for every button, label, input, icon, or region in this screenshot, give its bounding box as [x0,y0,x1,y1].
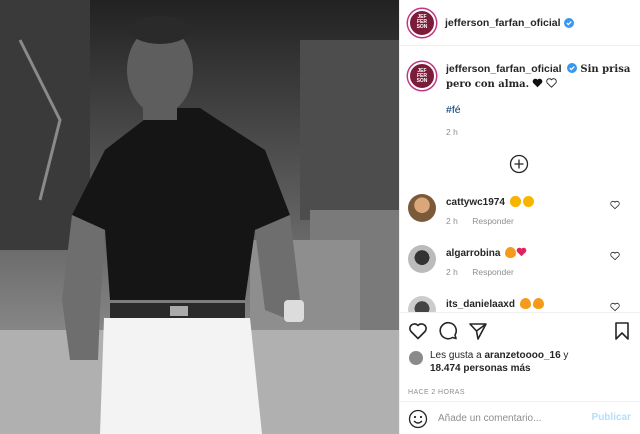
comment-item: algarrobina 2 h Responder [408,245,634,289]
liker-username[interactable]: aranzetoooo_16 [485,350,561,361]
add-comment-bar: Publicar [400,401,640,434]
comment-username[interactable]: cattywc1974 [446,196,534,208]
comment-time: 2 h [446,216,458,226]
plus-circle-icon[interactable] [509,154,529,174]
caption-time: 2 h [446,127,458,137]
fire-emoji [519,298,531,309]
smile-icon[interactable] [408,409,428,429]
comment-username[interactable]: its_danielaaxd [446,298,544,310]
share-icon[interactable] [468,321,488,341]
comment-time: 2 h [446,267,458,277]
black-heart-icon [532,78,543,88]
likes-summary: Les gusta a aranzetoooo_16 y 18.474 pers… [408,349,634,375]
liker-avatar[interactable] [408,350,424,366]
comment-item: cattywc1974 2 h Responder [408,194,634,238]
post-timestamp: HACE 2 HORAS [408,389,465,396]
verified-icon [563,17,574,28]
comment-meta: 2 h Responder [446,216,514,226]
white-heart-icon [546,78,557,88]
post-photo-image [0,0,399,434]
heart-eyes-emoji [509,196,521,207]
post-photo[interactable] [0,0,399,434]
post-caption: JEF FER SON jefferson_farfan_oficial Sin… [408,62,634,137]
publish-button[interactable]: Publicar [592,412,631,423]
post-side-panel: JEF FER SON jefferson_farfan_oficial JEF… [399,0,640,434]
likes-count[interactable]: 18.474 personas más [430,363,531,374]
bookmark-icon[interactable] [612,321,632,341]
heart-icon[interactable] [408,321,428,341]
heart-eyes-emoji [522,196,534,207]
caption-username[interactable]: jefferson_farfan_oficial [446,63,562,75]
author-username[interactable]: jefferson_farfan_oficial [445,17,561,29]
comment-avatar[interactable] [408,194,436,222]
comment-like-icon[interactable] [610,302,620,312]
reply-button[interactable]: Responder [472,267,514,277]
caption-body: jefferson_farfan_oficial Sin prisa pero … [446,62,634,92]
comment-like-icon[interactable] [610,251,620,261]
verified-icon [567,63,578,73]
fire-emoji [505,247,517,258]
fire-emoji [532,298,544,309]
post-actions: Les gusta a aranzetoooo_16 y 18.474 pers… [400,312,640,434]
caption-hashtag[interactable]: #fé [446,104,634,116]
comment-icon[interactable] [438,321,458,341]
instagram-post: JEF FER SON jefferson_farfan_oficial JEF… [0,0,640,434]
caption-avatar[interactable]: JEF FER SON [408,62,436,90]
likes-text[interactable]: Les gusta a aranzetoooo_16 y 18.474 pers… [430,349,568,375]
author-avatar[interactable]: JEF FER SON [408,8,436,37]
comment-avatar[interactable] [408,245,436,273]
post-header: JEF FER SON jefferson_farfan_oficial [400,0,640,46]
comment-username[interactable]: algarrobina [446,247,527,259]
reply-button[interactable]: Responder [472,216,514,226]
comment-input[interactable] [438,413,588,424]
red-heart-icon [516,247,527,257]
comment-like-icon[interactable] [610,200,620,210]
comment-meta: 2 h Responder [446,267,514,277]
